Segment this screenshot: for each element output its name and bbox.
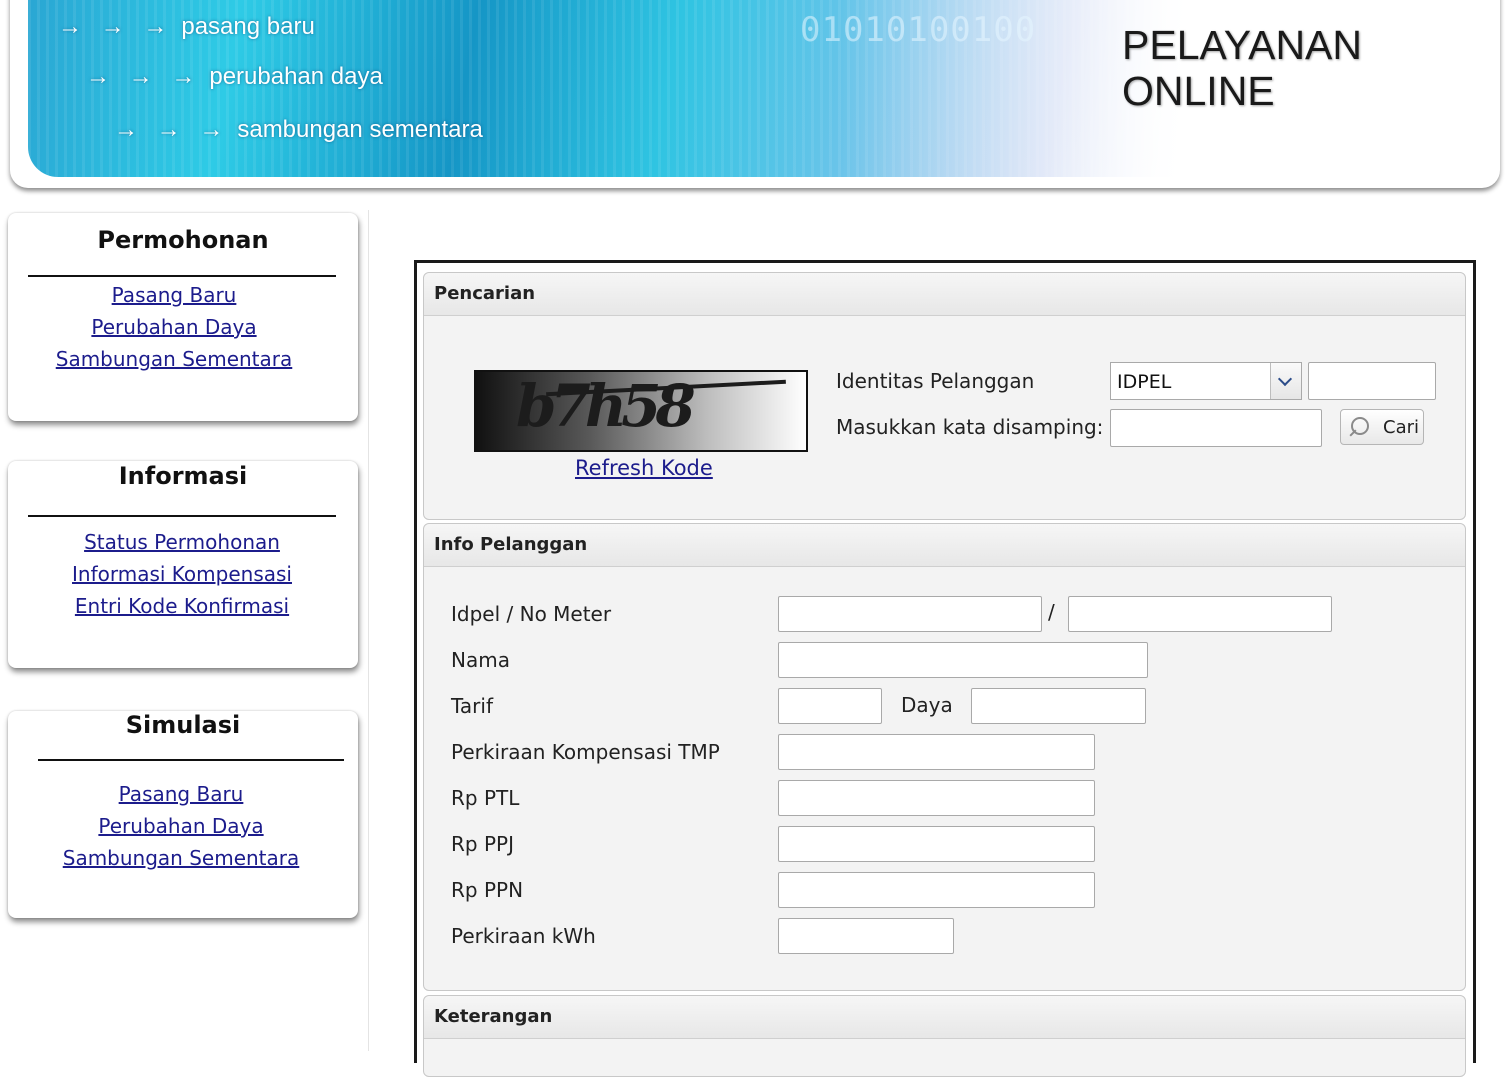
banner-link-pasang-baru[interactable]: → → → pasang baru xyxy=(58,13,315,41)
ppj-field[interactable] xyxy=(778,826,1095,862)
captcha-text: b7h58 xyxy=(516,372,696,440)
sidebar-link-perubahan-daya[interactable]: Perubahan Daya xyxy=(98,814,263,838)
banner-link-sambungan-sementara[interactable]: → → → sambungan sementara xyxy=(114,116,483,144)
section-title-pencarian: Pencarian xyxy=(424,273,1465,316)
kata-input[interactable] xyxy=(1110,409,1322,447)
sidebar-link-informasi-kompensasi[interactable]: Informasi Kompensasi xyxy=(72,562,292,586)
identitas-label: Identitas Pelanggan xyxy=(836,369,1035,393)
section-pencarian: Pencarian b7h58 Refresh Kode Identitas P… xyxy=(423,272,1466,520)
sidebar-link-pasang-baru[interactable]: Pasang Baru xyxy=(112,283,237,307)
identitas-select[interactable]: IDPEL xyxy=(1110,362,1302,400)
no-meter-field[interactable] xyxy=(1068,596,1332,632)
sidebar-box-permohonan: Permohonan Pasang Baru Perubahan Daya Sa… xyxy=(8,213,358,421)
sidebar-title-simulasi: Simulasi xyxy=(125,711,241,739)
idpel-label: Idpel / No Meter xyxy=(451,602,612,626)
refresh-captcha-link[interactable]: Refresh Kode xyxy=(575,456,713,480)
kata-label: Masukkan kata disamping: xyxy=(836,415,1104,439)
kwh-field[interactable] xyxy=(778,918,954,954)
nama-field[interactable] xyxy=(778,642,1148,678)
tarif-field[interactable] xyxy=(778,688,882,724)
sidebar-link-sambungan-sementara[interactable]: Sambungan Sementara xyxy=(56,347,293,371)
site-title: PELAYANAN ONLINE xyxy=(1122,22,1363,114)
daya-field[interactable] xyxy=(971,688,1146,724)
section-title-keterangan: Keterangan xyxy=(424,996,1465,1039)
idpel-field[interactable] xyxy=(778,596,1042,632)
sidebar-divider xyxy=(368,210,369,1051)
cari-button[interactable]: Cari xyxy=(1340,409,1424,445)
sidebar-link-sambungan-sementara[interactable]: Sambungan Sementara xyxy=(63,846,300,870)
sidebar-link-status-permohonan[interactable]: Status Permohonan xyxy=(84,530,280,554)
kwh-label: Perkiraan kWh xyxy=(451,924,596,948)
arrows-icon: → → → xyxy=(58,13,174,40)
sidebar-link-entri-kode-konfirmasi[interactable]: Entri Kode Konfirmasi xyxy=(75,594,289,618)
section-info-pelanggan: Info Pelanggan Idpel / No Meter / Nama T… xyxy=(423,523,1466,991)
ppn-label: Rp PPN xyxy=(451,878,524,902)
kompensasi-label: Perkiraan Kompensasi TMP xyxy=(451,740,720,764)
slash-separator: / xyxy=(1048,600,1055,624)
banner-binary-decoration: 01010100100 xyxy=(800,10,1037,50)
ppj-label: Rp PPJ xyxy=(451,832,514,856)
sidebar-link-perubahan-daya[interactable]: Perubahan Daya xyxy=(91,315,256,339)
sidebar-title-permohonan: Permohonan xyxy=(97,226,269,254)
nama-label: Nama xyxy=(451,648,510,672)
sidebar-box-informasi: Informasi Status Permohonan Informasi Ko… xyxy=(8,461,358,668)
ptl-label: Rp PTL xyxy=(451,786,520,810)
arrows-icon: → → → xyxy=(86,63,202,90)
kompensasi-field[interactable] xyxy=(778,734,1095,770)
ppn-field[interactable] xyxy=(778,872,1095,908)
daya-label: Daya xyxy=(901,693,953,717)
main-panel: Pencarian b7h58 Refresh Kode Identitas P… xyxy=(414,260,1476,1077)
banner-link-perubahan-daya[interactable]: → → → perubahan daya xyxy=(86,63,383,91)
divider xyxy=(28,515,336,517)
header-banner: 01010100100 → → → pasang baru → → → peruba… xyxy=(10,0,1500,188)
arrows-icon: → → → xyxy=(114,116,230,143)
chevron-down-icon xyxy=(1277,371,1293,387)
sidebar-link-pasang-baru[interactable]: Pasang Baru xyxy=(119,782,244,806)
identitas-input[interactable] xyxy=(1308,362,1436,400)
sidebar-box-simulasi: Simulasi Pasang Baru Perubahan Daya Samb… xyxy=(8,711,358,918)
section-title-info-pelanggan: Info Pelanggan xyxy=(424,524,1465,567)
sidebar-title-informasi: Informasi xyxy=(118,462,248,490)
divider xyxy=(38,759,344,761)
divider xyxy=(28,275,336,277)
section-keterangan: Keterangan xyxy=(423,995,1466,1077)
captcha-image: b7h58 xyxy=(474,370,808,452)
ptl-field[interactable] xyxy=(778,780,1095,816)
tarif-label: Tarif xyxy=(451,694,493,718)
